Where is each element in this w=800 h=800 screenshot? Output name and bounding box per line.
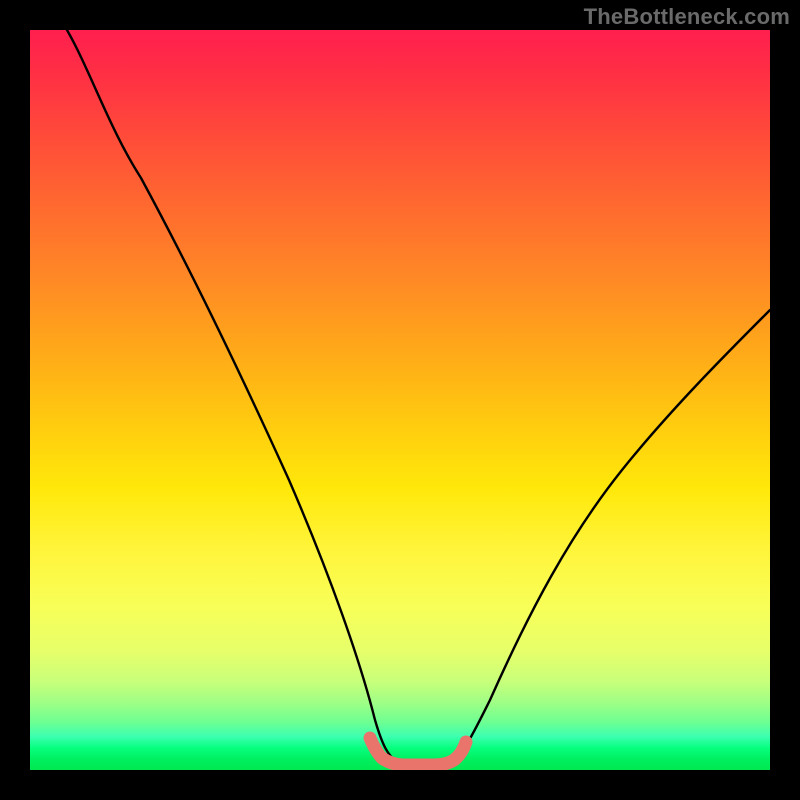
bottleneck-curve [67, 30, 770, 765]
curve-layer [30, 30, 770, 770]
chart-frame: TheBottleneck.com [0, 0, 800, 800]
watermark-text: TheBottleneck.com [584, 4, 790, 30]
optimal-range-marker [370, 738, 466, 765]
plot-area [30, 30, 770, 770]
